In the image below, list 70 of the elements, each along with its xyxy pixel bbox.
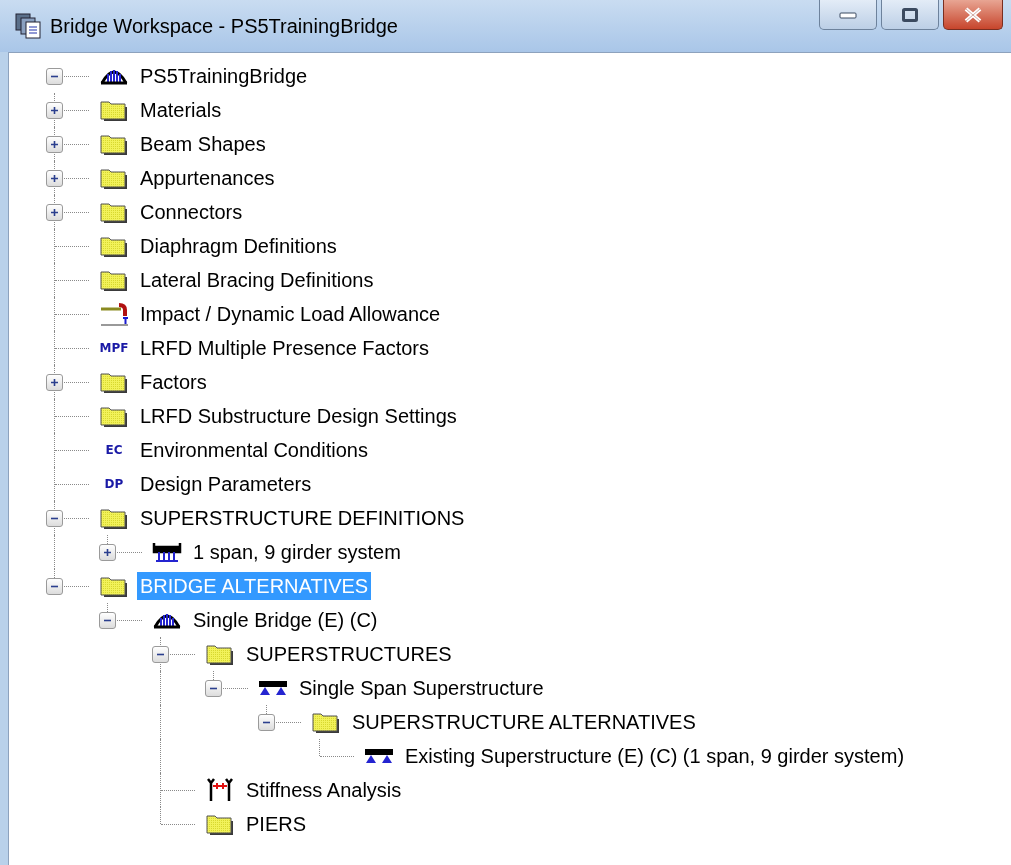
tree-toggle[interactable] bbox=[46, 136, 63, 153]
text-badge-icon: EC bbox=[99, 443, 129, 457]
app-icon bbox=[14, 12, 42, 40]
load-impact-icon bbox=[99, 301, 129, 327]
minimize-icon bbox=[839, 10, 857, 19]
minimize-button[interactable] bbox=[819, 0, 877, 30]
tree-item-label[interactable]: SUPERSTRUCTURE DEFINITIONS bbox=[137, 504, 468, 532]
folder-icon bbox=[99, 132, 129, 156]
tree-item-label[interactable]: Impact / Dynamic Load Allowance bbox=[137, 300, 444, 328]
folder-icon bbox=[311, 710, 341, 734]
tree-item-label[interactable]: Single Span Superstructure bbox=[296, 674, 547, 702]
text-badge-icon: MPF bbox=[99, 341, 129, 355]
folder-icon bbox=[99, 404, 129, 428]
stiffness-icon bbox=[205, 777, 235, 803]
folder-icon bbox=[99, 268, 129, 292]
tree-item-label[interactable]: Stiffness Analysis bbox=[243, 776, 405, 804]
plus-icon bbox=[102, 547, 113, 558]
plus-icon bbox=[49, 173, 60, 184]
tree-item-label[interactable]: Factors bbox=[137, 368, 210, 396]
folder-icon bbox=[99, 166, 129, 190]
tree-item-label[interactable]: LRFD Multiple Presence Factors bbox=[137, 334, 432, 362]
tree-item-label[interactable]: Diaphragm Definitions bbox=[137, 232, 340, 260]
tree-toggle[interactable] bbox=[205, 680, 222, 697]
plus-icon bbox=[49, 377, 60, 388]
window-title: Bridge Workspace - PS5TrainingBridge bbox=[50, 14, 399, 38]
tree-toggle[interactable] bbox=[46, 374, 63, 391]
girder-system-icon bbox=[152, 541, 182, 563]
folder-icon bbox=[99, 200, 129, 224]
maximize-button[interactable] bbox=[881, 0, 939, 30]
maximize-icon bbox=[902, 7, 918, 22]
tree-item-label[interactable]: PIERS bbox=[243, 810, 310, 838]
tree-item-label[interactable]: Design Parameters bbox=[137, 470, 315, 498]
folder-icon bbox=[205, 642, 235, 666]
tree-toggle[interactable] bbox=[152, 646, 169, 663]
tree-item-label[interactable]: Beam Shapes bbox=[137, 130, 269, 158]
tree-toggle[interactable] bbox=[46, 578, 63, 595]
tree-toggle[interactable] bbox=[46, 510, 63, 527]
tree-toggle[interactable] bbox=[46, 102, 63, 119]
plus-icon bbox=[49, 207, 60, 218]
tree-toggle[interactable] bbox=[99, 612, 116, 629]
tree-item-label[interactable]: SUPERSTRUCTURE ALTERNATIVES bbox=[349, 708, 699, 736]
tree-item-label[interactable]: Single Bridge (E) (C) bbox=[190, 606, 381, 634]
tree-item-label[interactable]: PS5TrainingBridge bbox=[137, 62, 311, 90]
folder-icon bbox=[205, 812, 235, 836]
tree-toggle[interactable] bbox=[99, 544, 116, 561]
tree-item-label[interactable]: Environmental Conditions bbox=[137, 436, 371, 464]
text-badge-icon: DP bbox=[99, 477, 129, 491]
tree-item-label[interactable]: SUPERSTRUCTURES bbox=[243, 640, 455, 668]
tree-item-label[interactable]: Existing Superstructure (E) (C) (1 span, 9 girder system) bbox=[402, 742, 908, 770]
tree-item-label[interactable]: 1 span, 9 girder system bbox=[190, 538, 404, 566]
span-support-icon bbox=[364, 746, 394, 766]
close-button[interactable] bbox=[943, 0, 1003, 30]
tree-item-label[interactable]: Lateral Bracing Definitions bbox=[137, 266, 377, 294]
close-icon bbox=[963, 6, 983, 23]
tree-item-label[interactable]: Connectors bbox=[137, 198, 246, 226]
tree-item-label[interactable]: Materials bbox=[137, 96, 225, 124]
folder-icon bbox=[99, 506, 129, 530]
tree-toggle[interactable] bbox=[46, 68, 63, 85]
folder-icon bbox=[99, 98, 129, 122]
folder-icon bbox=[99, 370, 129, 394]
tree-toggle[interactable] bbox=[258, 714, 275, 731]
tree-toggle[interactable] bbox=[46, 170, 63, 187]
folder-icon bbox=[99, 574, 129, 598]
tree-toggle[interactable] bbox=[46, 204, 63, 221]
tree-item-label[interactable]: LRFD Substructure Design Settings bbox=[137, 402, 460, 430]
plus-icon bbox=[49, 105, 60, 116]
span-support-icon bbox=[258, 678, 288, 698]
tree-item-label[interactable]: Appurtenances bbox=[137, 164, 278, 192]
folder-icon bbox=[99, 234, 129, 258]
plus-icon bbox=[49, 139, 60, 150]
